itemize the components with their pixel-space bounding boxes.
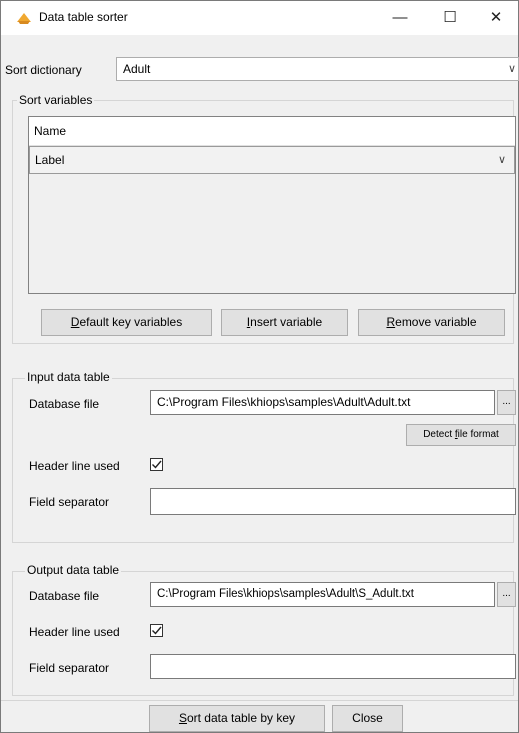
- sort-variables-table[interactable]: Name Label ∨: [28, 116, 516, 294]
- output-header-line-checkbox[interactable]: [150, 624, 163, 637]
- mnemonic-key: R: [386, 315, 396, 329]
- minimize-button[interactable]: —: [377, 1, 423, 35]
- input-data-table-legend: Input data table: [25, 370, 112, 384]
- close-window-button[interactable]: ✕: [473, 1, 519, 35]
- default-key-variables-button[interactable]: Default key variables: [41, 309, 212, 336]
- output-browse-button[interactable]: ...: [497, 582, 516, 607]
- table-row[interactable]: Label ∨: [29, 146, 515, 174]
- row-label-text: Label: [35, 153, 65, 167]
- output-database-file-field[interactable]: C:\Program Files\khiops\samples\Adult\S_…: [150, 582, 495, 607]
- sort-dictionary-select[interactable]: Adult ∨: [116, 57, 519, 81]
- remove-variable-button[interactable]: Remove variable: [358, 309, 505, 336]
- button-label: efault key variables: [79, 315, 183, 329]
- window-title: Data table sorter: [39, 10, 128, 24]
- title-bar[interactable]: Data table sorter — ☐ ✕: [1, 1, 518, 35]
- footer-divider: [1, 700, 518, 701]
- output-header-line-label: Header line used: [29, 625, 120, 639]
- input-database-file-field[interactable]: C:\Program Files\khiops\samples\Adult\Ad…: [150, 390, 495, 415]
- output-field-separator-field[interactable]: [150, 654, 516, 679]
- checkmark-icon: [152, 626, 162, 635]
- detect-file-format-button[interactable]: Detect file format: [406, 424, 516, 446]
- sort-dictionary-label: Sort dictionary: [5, 63, 82, 77]
- maximize-button[interactable]: ☐: [427, 1, 473, 35]
- output-data-table-legend: Output data table: [25, 563, 122, 577]
- chevron-down-icon[interactable]: ∨: [498, 147, 506, 173]
- app-icon: [17, 13, 31, 24]
- insert-variable-button[interactable]: Insert variable: [221, 309, 348, 336]
- sort-variables-legend: Sort variables: [17, 93, 95, 107]
- input-browse-button[interactable]: ...: [497, 390, 516, 415]
- dialog-window: Data table sorter — ☐ ✕ Sort dictionary …: [0, 0, 519, 733]
- button-label: nsert variable: [250, 315, 323, 329]
- input-header-line-checkbox[interactable]: [150, 458, 163, 471]
- output-database-file-label: Database file: [29, 589, 100, 603]
- sort-dictionary-value: Adult: [123, 62, 151, 76]
- output-field-separator-label: Field separator: [29, 661, 110, 675]
- input-database-file-label: Database file: [29, 397, 100, 411]
- input-field-separator-field[interactable]: [150, 488, 516, 515]
- button-label: emove variable: [395, 315, 477, 329]
- button-label: ort data table by key: [186, 711, 296, 725]
- input-header-line-label: Header line used: [29, 459, 120, 473]
- close-button[interactable]: Close: [332, 705, 403, 732]
- table-header-name: Name: [29, 117, 515, 146]
- button-label: ile format: [457, 429, 499, 440]
- sort-data-table-button[interactable]: Sort data table by key: [149, 705, 325, 732]
- input-field-separator-label: Field separator: [29, 495, 110, 509]
- checkmark-icon: [152, 460, 162, 469]
- chevron-down-icon: ∨: [507, 63, 516, 75]
- mnemonic-key: S: [178, 711, 187, 725]
- button-label: Detect: [423, 429, 455, 440]
